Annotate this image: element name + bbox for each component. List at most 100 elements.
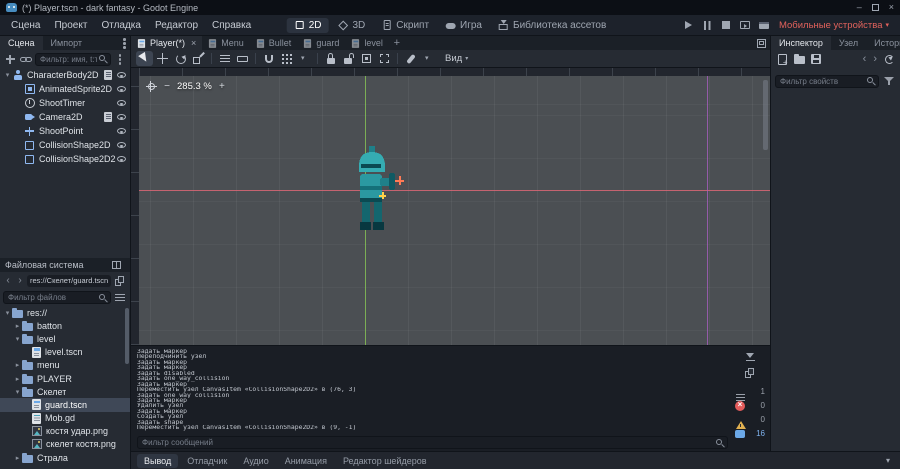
move-tool-button[interactable] bbox=[154, 51, 171, 66]
rotate-tool-button[interactable] bbox=[172, 51, 189, 66]
current-path[interactable]: res://Скелет/guard.tscn bbox=[27, 274, 111, 287]
remote-device-button[interactable]: Мобильные устройства ▾ bbox=[776, 18, 892, 33]
zoom-in-button[interactable]: + bbox=[216, 80, 228, 93]
file-tree-row[interactable]: скелет костя.png bbox=[0, 438, 130, 451]
select-tool-button[interactable] bbox=[136, 51, 153, 66]
inspector-tab-0[interactable]: Инспектор bbox=[771, 36, 831, 50]
file-tree-row[interactable]: ▸ PLAYER bbox=[0, 372, 130, 385]
scene-tab[interactable]: Menu bbox=[202, 36, 250, 50]
group-tool-button[interactable] bbox=[358, 51, 375, 66]
inspector-tab-2[interactable]: История bbox=[866, 36, 900, 50]
inspector-tab-1[interactable]: Узел bbox=[831, 36, 866, 50]
scene-dock-tab-0[interactable]: Сцена bbox=[0, 36, 43, 50]
filesystem-scrollbar[interactable] bbox=[125, 308, 129, 364]
caret-tool-button[interactable] bbox=[296, 51, 313, 66]
shootpoint-gizmo[interactable] bbox=[395, 176, 404, 185]
tree-expand-arrow[interactable]: ▾ bbox=[13, 335, 22, 343]
visibility-eye-icon[interactable] bbox=[116, 112, 127, 123]
visibility-eye-icon[interactable] bbox=[116, 154, 127, 165]
tree-expand-arrow[interactable]: ▸ bbox=[13, 322, 22, 330]
close-tab-icon[interactable]: × bbox=[191, 38, 196, 48]
mode-assetlib[interactable]: Библиотека ассетов bbox=[491, 18, 613, 33]
2d-viewport[interactable]: − 285.3 % + bbox=[139, 76, 770, 345]
bottom-panel-tab-0[interactable]: Вывод bbox=[137, 453, 179, 468]
bottom-panel-tab-3[interactable]: Анимация bbox=[278, 454, 334, 468]
bottom-panel-tab-4[interactable]: Редактор шейдеров bbox=[336, 454, 434, 468]
menu-help[interactable]: Справка bbox=[205, 18, 258, 33]
scroll-to-end-button[interactable] bbox=[743, 350, 757, 364]
visibility-eye-icon[interactable] bbox=[116, 140, 127, 151]
scene-button[interactable] bbox=[737, 17, 753, 33]
lock-tool-button[interactable] bbox=[322, 51, 339, 66]
ungroup-tool-button[interactable] bbox=[376, 51, 393, 66]
visibility-eye-icon[interactable] bbox=[116, 98, 127, 109]
scene-tab[interactable]: guard bbox=[297, 36, 345, 50]
scene-tree-row[interactable]: ShootPoint bbox=[0, 124, 130, 138]
ruler-tool-button[interactable] bbox=[234, 51, 251, 66]
scene-dock-menu-button[interactable] bbox=[113, 52, 127, 66]
scene-tab[interactable]: level bbox=[345, 36, 389, 50]
mode-script[interactable]: Скрипт bbox=[374, 18, 436, 33]
file-tree-row[interactable]: ▸ batton bbox=[0, 319, 130, 332]
mode-2d[interactable]: 2D bbox=[286, 17, 329, 33]
property-filter-input[interactable] bbox=[775, 74, 879, 88]
file-tree-row[interactable]: ▸ Страла bbox=[0, 451, 130, 464]
pause-button[interactable] bbox=[699, 17, 715, 33]
tree-expand-arrow[interactable]: ▾ bbox=[3, 71, 12, 79]
grid-tool-button[interactable] bbox=[278, 51, 295, 66]
file-filter-input[interactable] bbox=[3, 291, 111, 304]
sort-files-button[interactable] bbox=[113, 291, 127, 305]
scene-tree-row[interactable]: AnimatedSprite2D bbox=[0, 82, 130, 96]
history-forward-button[interactable]: › bbox=[15, 275, 25, 286]
magnet-tool-button[interactable] bbox=[260, 51, 277, 66]
message-filter-input[interactable] bbox=[137, 436, 728, 449]
bottom-panel-tab-1[interactable]: Отладчик bbox=[180, 454, 234, 468]
file-tree-row[interactable]: ▾ res:// bbox=[0, 306, 130, 319]
new-scene-tab-button[interactable]: + bbox=[389, 36, 405, 50]
view-menu-button[interactable]: Вид ▾ bbox=[438, 53, 475, 64]
tree-expand-arrow[interactable]: ▾ bbox=[3, 309, 12, 317]
movie-button[interactable] bbox=[756, 17, 772, 33]
tree-expand-arrow[interactable]: ▸ bbox=[13, 361, 22, 369]
tree-expand-arrow[interactable]: ▸ bbox=[13, 375, 22, 383]
scene-tree-row[interactable]: Camera2D bbox=[0, 110, 130, 124]
scene-dock-tab-1[interactable]: Импорт bbox=[43, 36, 90, 50]
file-tree-row[interactable]: ▾ Скелет bbox=[0, 385, 130, 398]
zoom-level[interactable]: 285.3 % bbox=[177, 81, 212, 92]
node-origin-gizmo[interactable] bbox=[379, 192, 386, 199]
bottom-panel-tab-2[interactable]: Аудио bbox=[236, 454, 275, 468]
player-sprite[interactable] bbox=[347, 146, 397, 234]
unlock-tool-button[interactable] bbox=[340, 51, 357, 66]
bone-tool-button[interactable] bbox=[402, 51, 419, 66]
error-filter-toggle[interactable]: 0 bbox=[735, 399, 765, 412]
file-tree-row[interactable]: костя удар.png bbox=[0, 425, 130, 438]
copy-path-button[interactable] bbox=[113, 274, 127, 288]
prev-object-button[interactable]: ‹ bbox=[861, 53, 869, 65]
file-tree-row[interactable]: ▾ level bbox=[0, 332, 130, 345]
file-tree-row[interactable]: guard.tscn bbox=[0, 398, 130, 412]
scene-tab[interactable]: Player(*) × bbox=[131, 36, 203, 50]
list-tool-button[interactable] bbox=[216, 51, 233, 66]
scene-tree-row[interactable]: CollisionShape2D bbox=[0, 138, 130, 152]
property-filter-options-button[interactable] bbox=[882, 74, 896, 88]
scene-tree-row[interactable]: CollisionShape2D2 bbox=[0, 152, 130, 166]
mode-game[interactable]: Игра bbox=[438, 18, 489, 33]
instantiate-scene-button[interactable] bbox=[19, 52, 33, 66]
script-icon[interactable] bbox=[104, 112, 112, 122]
tree-expand-arrow[interactable]: ▾ bbox=[13, 388, 22, 396]
script-icon[interactable] bbox=[104, 70, 112, 80]
history-back-button[interactable]: ‹ bbox=[3, 275, 13, 286]
scene-tree-row[interactable]: ▾ CharacterBody2D bbox=[0, 68, 130, 82]
list-filter-toggle[interactable]: 1 bbox=[735, 385, 765, 398]
visibility-eye-icon[interactable] bbox=[116, 70, 127, 81]
scale-tool-button[interactable] bbox=[190, 51, 207, 66]
menu-scene[interactable]: Сцена bbox=[4, 18, 47, 33]
menu-editor[interactable]: Редактор bbox=[148, 18, 205, 33]
load-resource-button[interactable] bbox=[792, 52, 806, 66]
menu-project[interactable]: Проект bbox=[47, 18, 94, 33]
kebab-menu-icon[interactable] bbox=[123, 37, 126, 49]
play-button[interactable] bbox=[680, 17, 696, 33]
stop-button[interactable] bbox=[718, 17, 734, 33]
zoom-out-button[interactable]: − bbox=[161, 80, 173, 93]
distraction-free-icon[interactable] bbox=[757, 38, 766, 48]
